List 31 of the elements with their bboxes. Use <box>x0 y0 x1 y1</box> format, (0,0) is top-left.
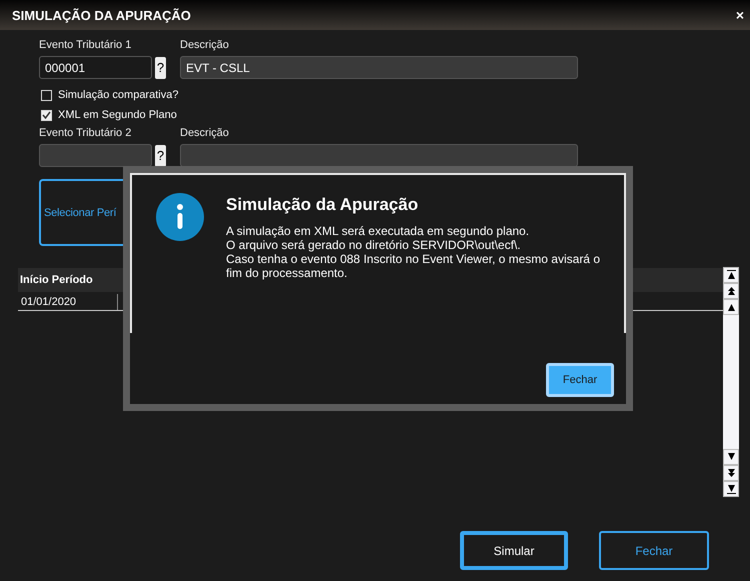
field-label: Descrição <box>180 39 230 53</box>
description-field[interactable]: EVT - CSLL <box>180 56 578 79</box>
simulate-button[interactable]: Simular <box>460 531 568 570</box>
scroll-down-icon <box>726 452 736 462</box>
scrollbar[interactable] <box>723 267 739 497</box>
close-button[interactable]: Fechar <box>599 531 709 570</box>
scroll-up-icon <box>726 302 736 312</box>
checkbox[interactable] <box>41 90 52 100</box>
dialog-message: A simulação em XML será executada em segundo plano. O arquivo será gerado no diretório SERVIDOR\out\ecf\. Caso tenha o evento 088 Inscrito no Event Viewer, o mesmo avisará o fim do processamento. <box>226 224 601 280</box>
checkbox-option[interactable]: XML em Segundo Plano <box>41 105 750 125</box>
description-field[interactable] <box>180 144 578 167</box>
close-button[interactable]: × <box>736 7 744 23</box>
field-label: Evento Tributário 1 <box>39 39 132 53</box>
info-icon <box>156 193 204 241</box>
scroll-up-icon <box>726 286 736 296</box>
scroll-up-icon <box>726 270 736 280</box>
table-cell: 01/01/2020 <box>18 294 118 310</box>
field-label: Descrição <box>180 127 230 141</box>
event-field[interactable] <box>39 144 152 167</box>
dialog-close-button[interactable]: Fechar <box>546 363 614 397</box>
help-button[interactable]: ? <box>155 144 166 166</box>
dialog-title: Simulação da Apuração <box>226 195 420 215</box>
checkbox-option[interactable]: Simulação comparativa? <box>41 85 750 105</box>
scroll-down-icon <box>726 484 736 494</box>
event-field[interactable]: 000001 <box>39 56 152 79</box>
checkbox[interactable] <box>41 110 52 120</box>
help-button[interactable]: ? <box>155 56 166 78</box>
scroll-down-icon <box>726 468 736 478</box>
window-title: SIMULAÇÃO DA APURAÇÃO <box>12 8 191 22</box>
column-header: Início Período <box>19 274 94 286</box>
field-label: Evento Tributário 2 <box>39 127 132 141</box>
